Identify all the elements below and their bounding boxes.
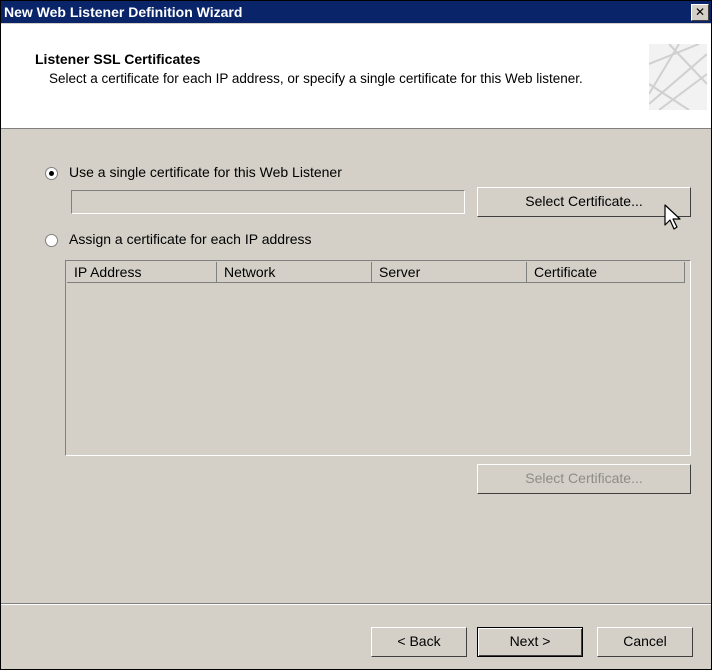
wizard-header: Listener SSL Certificates Select a certi… [1,24,711,129]
cancel-button[interactable]: Cancel [597,627,693,657]
column-header-ip-address[interactable]: IP Address [67,262,217,283]
arrow-cursor-icon [664,204,681,230]
ip-certificate-table[interactable]: IP Address Network Server Certificate [65,260,691,456]
column-header-server[interactable]: Server [372,262,527,283]
page-title: Listener SSL Certificates [35,51,201,67]
per-ip-certificate-radio[interactable] [45,234,58,247]
back-button[interactable]: < Back [371,627,467,657]
footer-divider [1,603,711,605]
title-bar[interactable]: New Web Listener Definition Wizard ✕ [1,1,711,23]
wizard-window: New Web Listener Definition Wizard ✕ Lis… [0,0,712,670]
single-certificate-radio[interactable] [45,167,58,180]
per-ip-certificate-label[interactable]: Assign a certificate for each IP address [69,231,312,247]
select-certificate-per-ip-button[interactable]: Select Certificate... [477,464,691,494]
certificate-field[interactable] [71,190,465,214]
wizard-banner-icon [649,44,707,110]
column-header-network[interactable]: Network [217,262,372,283]
page-description: Select a certificate for each IP address… [49,71,583,86]
window-title: New Web Listener Definition Wizard [4,4,243,20]
close-button[interactable]: ✕ [691,4,709,21]
select-certificate-button[interactable]: Select Certificate... [477,187,691,217]
next-button[interactable]: Next > [477,627,583,657]
column-header-certificate[interactable]: Certificate [527,262,685,283]
radio-selected-dot [49,171,54,176]
single-certificate-label[interactable]: Use a single certificate for this Web Li… [69,164,342,180]
close-icon: ✕ [694,5,706,19]
